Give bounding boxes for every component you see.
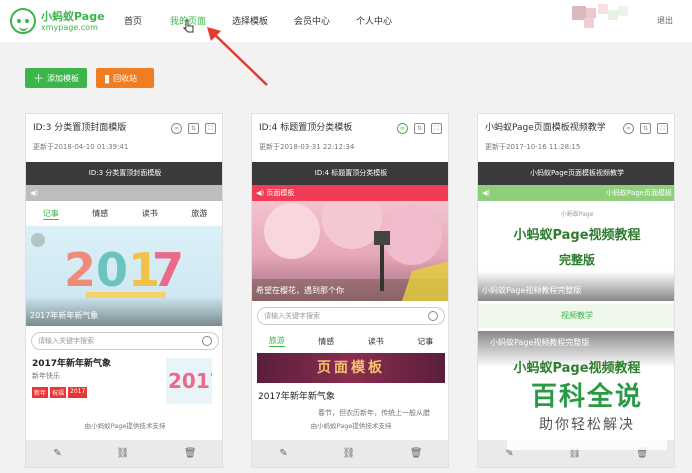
edit-icon[interactable]: ✎ [279,448,287,459]
nav-personal-center[interactable]: 个人中心 [356,14,392,27]
watermark: 百科全说 助你轻松解决 [507,375,667,450]
video-subtitle: 完整版 [558,253,595,267]
sort-icon[interactable]: ⇅ [640,123,651,134]
tab[interactable]: 记事 [42,208,59,220]
tab[interactable]: 情感 [318,336,334,347]
logo-icon [10,8,36,34]
page-preview[interactable]: ID:3 分类置顶封面模版 ◀) 记事 情感 读书 旅游 2 0 1 7 201… [26,162,222,442]
logo[interactable]: 小蚂蚁Page xmypage.com [10,8,105,34]
add-template-label: 添加模板 [47,73,79,83]
svg-text:0: 0 [96,243,128,297]
svg-text:2017: 2017 [168,369,212,393]
video-small-title: 小蚂蚁Page [560,211,594,218]
card-date: 更新于2017-10-16 11:28:15 [485,143,581,151]
trash-icon: ▮ [104,71,111,85]
tech-support-credit: 由小蚂蚁Page提供技术支持 [84,422,166,430]
speaker-icon: ◀) [30,189,39,197]
tab[interactable]: 读书 [142,208,158,219]
speaker-icon: ◀) [482,189,491,197]
music-bar: ◀) 小蚂蚁Page页面模板 [478,185,674,201]
tag: 祝福 [50,387,67,398]
tech-support-credit: 由小蚂蚁Page提供技术支持 [310,422,392,430]
article-thumbnail: 2017 [166,358,222,404]
tag: 2017 [68,387,88,398]
card-date: 更新于2018-03-31 22:12:34 [259,143,355,151]
preview-title: 小蚂蚁Page页面模板视频教学 [478,162,674,185]
nav-home[interactable]: 首页 [124,14,142,27]
add-template-button[interactable]: ＋ 添加模板 [25,68,87,88]
video-title: 小蚂蚁Page视频教程 [513,361,641,376]
tab[interactable]: 记事 [417,336,433,347]
link-icon[interactable]: ∞ [623,123,634,134]
preview-tabs: 记事 情感 读书 旅游 [26,201,222,226]
svg-text:7: 7 [152,243,184,297]
tab[interactable]: 旅游 [268,335,285,347]
sort-icon[interactable]: ⇅ [188,123,199,134]
fullscreen-icon[interactable]: ⛶ [657,123,668,134]
page-card[interactable]: ID:3 分类置顶封面模版 更新于2018-04-10 01:39:41 ∞ ⇅… [25,113,223,468]
cursor-icon [183,19,194,33]
article-item[interactable]: 2017年新年新气象 新年快乐 新年 祝福 2017 2017 [26,356,222,404]
card-actions: ✎ ⛓ 🗑 [252,440,448,467]
plus-icon: ＋ [33,72,44,85]
video-thumbnail[interactable]: 小蚂蚁Page 小蚂蚁Page视频教程 完整版 小蚂蚁Page视频教程完整版 [478,201,674,301]
article-subtitle: 春节，但农历新年，传统上一般从腊 [318,409,430,417]
section-label: 视频教学 [478,304,674,328]
promo-banner: 页面模板 [257,353,445,383]
preview-tabs: 旅游 情感 读书 记事 [252,331,448,351]
fullscreen-icon[interactable]: ⛶ [431,123,442,134]
banner-caption: 2017年新年新气象 [30,311,99,320]
page-card[interactable]: ID:4 标题置顶分类模板 更新于2018-03-31 22:12:34 ∞ ⇅… [251,113,449,468]
video-caption: 小蚂蚁Page视频教程完整版 [490,338,590,347]
banner-image: 2 0 1 7 2017年新年新气象 [26,226,222,326]
logo-url: xmypage.com [41,22,98,32]
search-input[interactable]: 请输入关键字搜索 [257,307,445,325]
nav-member-center[interactable]: 会员中心 [294,14,330,27]
banner-image: 希望在樱花，遇到那个你 [252,201,448,301]
annotation-arrow-icon [207,27,268,86]
link-icon[interactable]: ∞ [397,123,408,134]
watermark-sub: 助你轻松解决 [539,417,635,433]
link-chain-icon[interactable]: ⛓ [342,448,355,459]
recycle-bin-button[interactable]: ▮ 回收站 [96,68,154,88]
delete-icon[interactable]: 🗑 [184,448,197,459]
music-bar-label: 小蚂蚁Page页面模板 [606,189,672,197]
logo-name: 小蚂蚁Page [41,9,105,23]
banner-caption: 希望在樱花，遇到那个你 [256,286,344,295]
tab[interactable]: 情感 [92,208,108,219]
preview-title: ID:4 标题置顶分类模板 [252,162,448,185]
speaker-icon: ◀) [256,189,265,197]
video-caption: 小蚂蚁Page视频教程完整版 [482,286,582,295]
tab[interactable]: 旅游 [191,208,207,219]
card-actions: ✎ ⛓ 🗑 [26,440,222,467]
link-icon[interactable]: ∞ [171,123,182,134]
search-input[interactable]: 请输入关键字搜索 [31,332,219,350]
avatar[interactable] [572,4,632,30]
link-chain-icon[interactable]: ⛓ [116,448,129,459]
music-bar-label: 页面模板 [266,189,295,197]
video-title: 小蚂蚁Page视频教程 [513,228,641,243]
top-navigation-bar: 小蚂蚁Page xmypage.com 首页 我的页面 选择模板 会员中心 个人… [0,0,692,42]
music-bar: ◀) 页面模板 [252,185,448,201]
article-item[interactable]: 2017年新年新气象 春节，但农历新年，传统上一般从腊 [252,389,448,418]
preview-title: ID:3 分类置顶封面模版 [26,162,222,185]
edit-icon[interactable]: ✎ [53,448,61,459]
tag: 新年 [32,387,49,398]
logout-link[interactable]: 退出 [657,15,673,26]
fullscreen-icon[interactable]: ⛶ [205,123,216,134]
page-preview[interactable]: ID:4 标题置顶分类模板 ◀) 页面模板 希望在樱花，遇到那个你 请输入关键字… [252,162,448,442]
sort-icon[interactable]: ⇅ [414,123,425,134]
tab[interactable]: 读书 [368,336,384,347]
svg-text:2: 2 [64,243,96,297]
article-title: 2017年新年新气象 [258,392,335,402]
music-bar: ◀) [26,185,222,201]
delete-icon[interactable]: 🗑 [410,448,423,459]
watermark-main: 百科全说 [530,382,643,412]
recycle-bin-label: 回收站 [113,73,138,83]
card-date: 更新于2018-04-10 01:39:41 [33,143,129,151]
